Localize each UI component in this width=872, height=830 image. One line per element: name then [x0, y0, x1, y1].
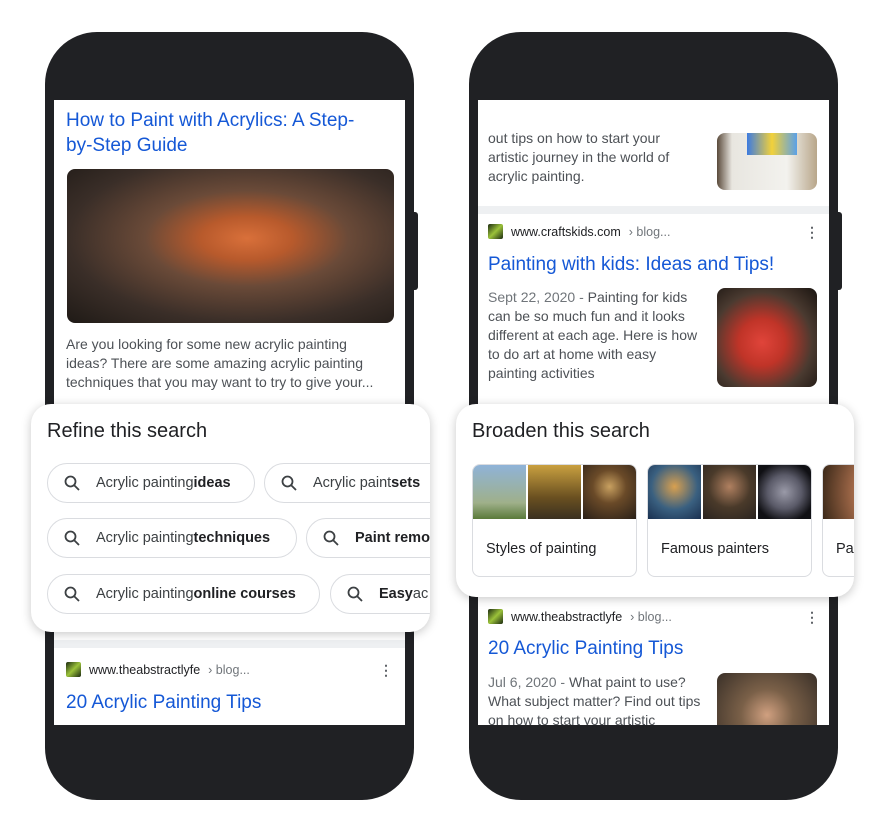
refine-chip[interactable]: Easy ac — [330, 574, 430, 614]
more-options-icon[interactable]: ⋮ — [805, 610, 819, 624]
result-snippet: Jul 6, 2020 - What paint to use? What su… — [488, 673, 703, 725]
result-title-link[interactable]: How to Paint with Acrylics: A Step-by-St… — [66, 108, 366, 158]
site-line: www.craftskids.com › blog... ⋮ — [488, 224, 819, 239]
card-title: Refine this search — [47, 420, 208, 442]
site-favicon-icon — [488, 609, 503, 624]
artist-image — [717, 133, 817, 190]
palette-image — [717, 673, 817, 725]
site-line: www.theabstractlyfe › blog... ⋮ — [488, 609, 819, 624]
breadcrumb: › blog... — [628, 224, 671, 239]
breadcrumb: › blog... — [630, 609, 672, 624]
chip-text-prefix: Acrylic painting — [96, 586, 194, 602]
tile-label: Styles of painting — [486, 541, 597, 557]
search-icon — [281, 475, 297, 491]
site-url: www.craftskids.com — [511, 224, 621, 239]
chip-text-suffix: ac — [412, 586, 429, 602]
result-title-link[interactable]: 20 Acrylic Painting Tips — [66, 690, 261, 715]
tile-partial[interactable]: Pai — [822, 464, 854, 577]
result-title-link[interactable]: Painting with kids: Ideas and Tips! — [488, 252, 774, 277]
search-icon — [323, 530, 339, 546]
site-line: www.theabstractlyfe › blog... ⋮ — [66, 662, 393, 677]
result-date: Jul 6, 2020 - — [488, 674, 569, 690]
more-options-icon[interactable]: ⋮ — [379, 663, 393, 677]
result-snippet: Are you looking for some new acrylic pai… — [66, 336, 374, 390]
search-icon — [64, 530, 80, 546]
broaden-search-card: Broaden this search Styles of painting F… — [456, 404, 854, 597]
side-button — [413, 212, 418, 290]
breadcrumb: › blog... — [208, 662, 250, 677]
chip-text-prefix: Acrylic painting — [96, 530, 194, 546]
more-options-icon[interactable]: ⋮ — [805, 225, 819, 239]
site-url: www.theabstractlyfe — [89, 662, 201, 677]
refine-chip[interactable]: Acrylic painting ideas — [47, 463, 255, 503]
refine-chip[interactable]: Acrylic paint sets — [264, 463, 430, 503]
refine-chip[interactable]: Acrylic painting techniques — [47, 518, 297, 558]
chip-text-prefix: Acrylic paint — [313, 475, 392, 491]
result-snippet: out tips on how to start your artistic j… — [488, 130, 670, 184]
tile-label: Famous painters — [661, 541, 769, 557]
refine-chip[interactable]: Acrylic painting online courses — [47, 574, 320, 614]
refine-chip[interactable]: Paint remo — [306, 518, 430, 558]
chip-text-bold: ideas — [193, 475, 231, 491]
search-icon — [64, 475, 80, 491]
tile-famous-painters[interactable]: Famous painters — [647, 464, 812, 577]
site-favicon-icon — [488, 224, 503, 239]
chip-text-bold: sets — [391, 475, 421, 491]
tile-styles-of-painting[interactable]: Styles of painting — [472, 464, 637, 577]
result-snippet: Sept 22, 2020 - Painting for kids can be… — [488, 288, 703, 383]
site-favicon-icon — [66, 662, 81, 677]
side-button — [837, 212, 842, 290]
chip-text-bold: Paint remo — [355, 530, 430, 546]
painting-image — [67, 169, 394, 323]
site-url: www.theabstractlyfe — [511, 609, 623, 624]
result-date: Sept 22, 2020 - — [488, 289, 588, 305]
tile-label: Pai — [836, 541, 854, 557]
chip-text-bold: Easy — [379, 586, 413, 602]
refine-search-card: Refine this search Acrylic painting idea… — [31, 404, 430, 632]
kid-painting-image — [717, 288, 817, 387]
search-icon — [64, 586, 80, 602]
result-title-link[interactable]: 20 Acrylic Painting Tips — [488, 636, 683, 661]
chip-text-prefix: Acrylic painting — [96, 475, 194, 491]
chip-text-bold: techniques — [193, 530, 271, 546]
search-icon — [347, 586, 363, 602]
card-title: Broaden this search — [472, 420, 650, 442]
chip-text-bold: online courses — [193, 586, 296, 602]
